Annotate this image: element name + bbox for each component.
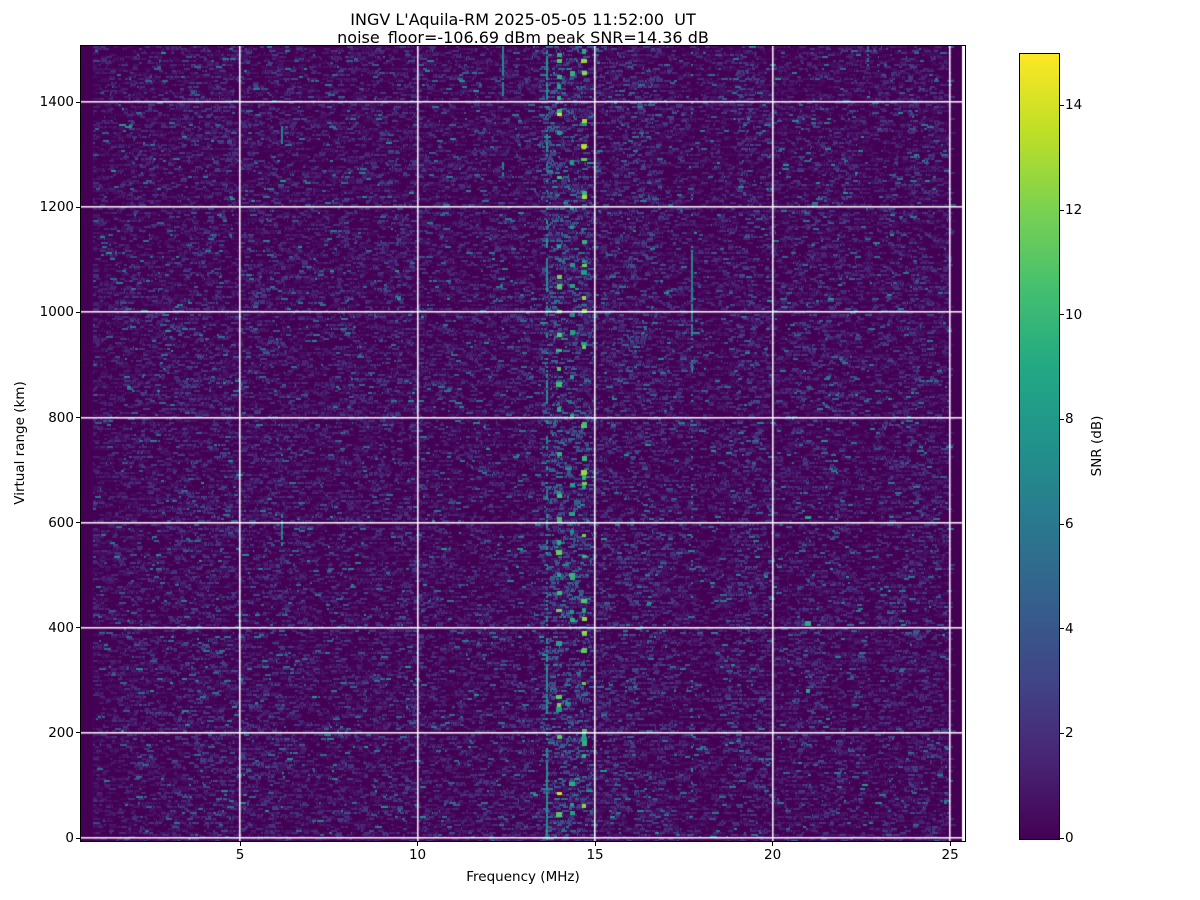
colorbar-tick-label: 14 (1065, 97, 1083, 114)
y-tick-mark (76, 837, 80, 839)
y-tick-mark (76, 311, 80, 313)
y-tick-label: 1200 (39, 199, 74, 216)
y-tick-label: 600 (48, 514, 74, 531)
colorbar-tick-mark (1060, 837, 1064, 839)
x-tick-label: 15 (586, 847, 604, 863)
x-axis-label: Frequency (MHz) (466, 869, 580, 885)
colorbar-tick-label: 4 (1065, 620, 1074, 637)
x-tick-label: 25 (941, 847, 959, 863)
y-tick-label: 400 (48, 619, 74, 636)
y-axis-label: Virtual range (km) (12, 381, 28, 505)
colorbar-tick-label: 0 (1065, 830, 1074, 846)
y-tick-label: 800 (48, 409, 74, 426)
y-tick-mark (76, 206, 80, 208)
x-tick-label: 20 (763, 847, 782, 863)
y-tick-label: 200 (48, 724, 74, 741)
colorbar-tick-label: 6 (1065, 516, 1074, 532)
y-tick-mark (76, 101, 80, 103)
x-tick-label: 5 (235, 847, 245, 863)
colorbar-tick-mark (1060, 209, 1064, 211)
colorbar-tick-mark (1060, 104, 1064, 106)
colorbar-tick-mark (1060, 314, 1064, 316)
x-tick-label: 10 (408, 847, 427, 863)
y-tick-mark (76, 627, 80, 629)
colorbar-label: SNR (dB) (1089, 415, 1105, 477)
colorbar-tick-mark (1060, 523, 1064, 525)
colorbar-tick-mark (1060, 418, 1064, 420)
y-tick-mark (76, 522, 80, 524)
colorbar (1019, 53, 1060, 840)
colorbar-tick-label: 10 (1065, 306, 1083, 323)
y-tick-label: 0 (65, 830, 74, 846)
colorbar-tick-label: 12 (1065, 202, 1083, 218)
colorbar-tick-mark (1060, 732, 1064, 734)
heatmap-canvas (81, 46, 965, 841)
chart-title: INGV L'Aquila-RM 2025-05-05 11:52:00 UT (350, 10, 696, 29)
colorbar-tick-label: 8 (1065, 411, 1074, 428)
plot-area (80, 45, 966, 842)
y-tick-mark (76, 732, 80, 734)
y-tick-label: 1400 (39, 94, 74, 111)
figure: INGV L'Aquila-RM 2025-05-05 11:52:00 UT … (0, 0, 1200, 900)
colorbar-tick-mark (1060, 628, 1064, 630)
colorbar-tick-label: 2 (1065, 725, 1074, 742)
y-tick-label: 1000 (39, 304, 74, 321)
y-tick-mark (76, 417, 80, 419)
